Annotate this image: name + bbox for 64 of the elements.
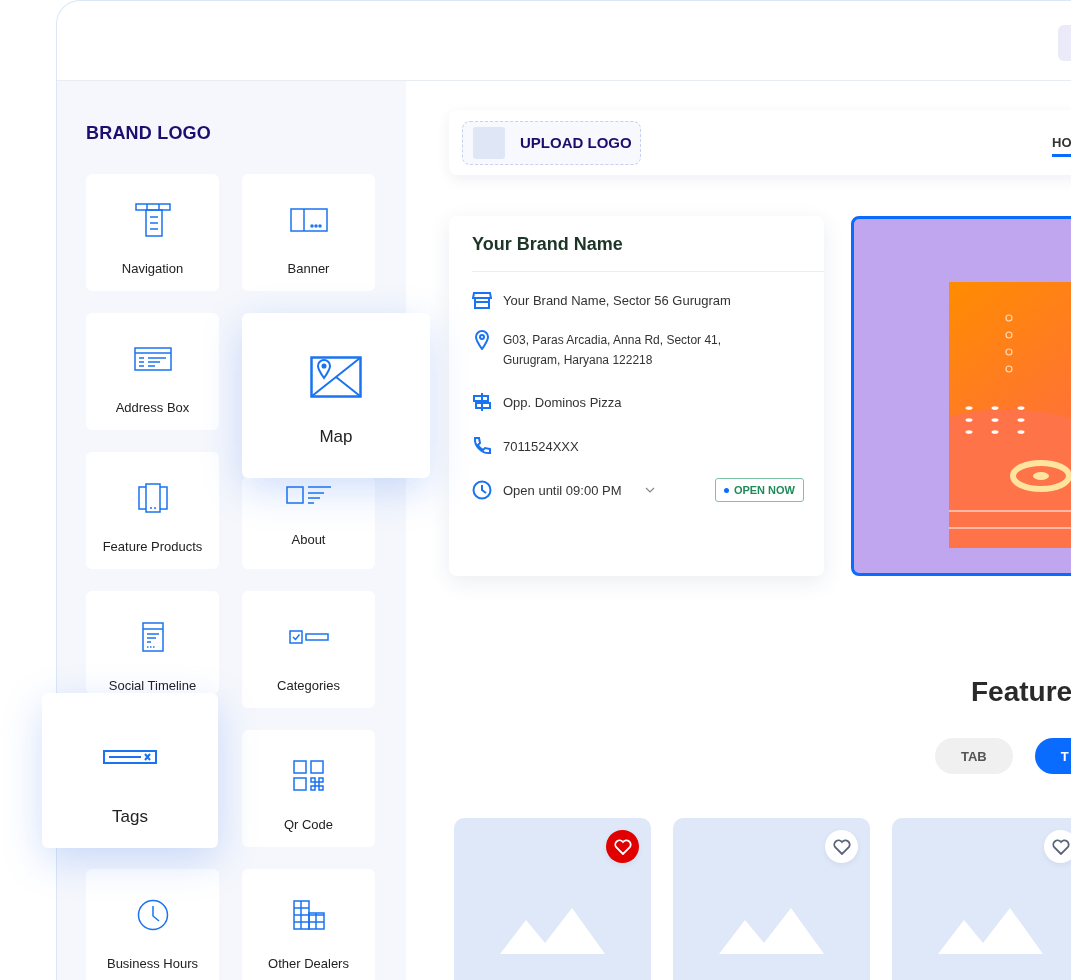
building-icon xyxy=(292,900,325,930)
favorite-button[interactable] xyxy=(825,830,858,863)
address-text: Your Brand Name, Sector 56 Gurugram xyxy=(503,292,731,308)
widget-card[interactable]: Social Timeline xyxy=(86,591,219,694)
heart-icon xyxy=(1051,838,1070,855)
open-now-badge: OPEN NOW xyxy=(714,478,804,502)
widget-card[interactable]: Qr Code xyxy=(242,730,375,847)
address-text: 7011524XXX xyxy=(503,438,579,454)
signpost-icon xyxy=(472,392,492,412)
tab[interactable]: T xyxy=(1034,738,1071,774)
widget-label: Categories xyxy=(277,678,340,693)
widget-card[interactable]: Tags xyxy=(42,693,218,848)
favorite-button[interactable] xyxy=(606,830,639,863)
widget-label: Tags xyxy=(112,807,148,827)
phones-icon xyxy=(137,483,168,513)
address-text: Open until 09:00 PM xyxy=(503,482,622,498)
location-pin-icon xyxy=(472,330,492,350)
widget-card[interactable]: Address Box xyxy=(86,313,219,430)
chevron-down-icon[interactable] xyxy=(644,487,655,493)
mountain-image-icon xyxy=(938,908,1043,954)
address-text: G03, Paras Arcadia, Anna Rd, Sector 41, Gurugram, Haryana 122218 xyxy=(503,332,723,369)
widget-label: Address Box xyxy=(115,400,190,415)
navigation-icon xyxy=(134,203,171,237)
widget-label: Other Dealers xyxy=(268,956,349,971)
widget-label: Banner xyxy=(287,261,330,276)
widget-label: Navigation xyxy=(121,261,184,276)
heart-icon xyxy=(613,838,632,855)
store-icon xyxy=(472,290,492,310)
document-icon xyxy=(141,622,164,652)
widget-card[interactable]: Banner xyxy=(242,174,375,291)
clock-icon xyxy=(472,480,492,500)
widget-card[interactable]: Map xyxy=(242,313,430,478)
widget-label: Qr Code xyxy=(283,817,334,832)
upload-logo-button[interactable]: UPLOAD LOGO xyxy=(462,120,641,165)
tag-field-icon xyxy=(103,750,157,764)
widget-card[interactable]: Business Hours xyxy=(86,869,219,980)
banner-icon xyxy=(289,208,328,232)
widget-label: Feature Products xyxy=(102,539,203,554)
mountain-image-icon xyxy=(719,908,824,954)
tab[interactable]: TAB xyxy=(935,738,1013,774)
address-box-icon xyxy=(133,347,172,371)
widget-card[interactable]: Categories xyxy=(242,591,375,708)
widget-card[interactable]: Feature Products xyxy=(86,452,219,569)
section-title: Feature xyxy=(971,676,1071,708)
widget-card[interactable]: Other Dealers xyxy=(242,869,375,980)
widget-label: Business Hours xyxy=(106,956,198,971)
phone-icon xyxy=(472,436,492,456)
mountain-image-icon xyxy=(500,908,605,954)
qr-code-icon xyxy=(292,760,325,792)
widget-card[interactable]: About xyxy=(242,477,375,569)
clock-icon xyxy=(136,899,169,931)
heart-icon xyxy=(832,838,851,855)
brand-name: Your Brand Name xyxy=(472,234,624,255)
nav-link[interactable]: HO xyxy=(1052,128,1071,157)
widget-label: About xyxy=(291,532,326,547)
widget-label: Map xyxy=(319,427,353,447)
favorite-button[interactable] xyxy=(1044,830,1071,863)
widget-card[interactable]: Navigation xyxy=(86,174,219,291)
widget-label: Social Timeline xyxy=(108,678,197,693)
image-placeholder-icon xyxy=(473,126,505,159)
map-icon xyxy=(310,356,362,398)
sidebar-title: BRAND LOGO xyxy=(86,123,212,144)
checkbox-icon xyxy=(288,630,329,644)
address-text: Opp. Dominos Pizza xyxy=(503,394,622,410)
